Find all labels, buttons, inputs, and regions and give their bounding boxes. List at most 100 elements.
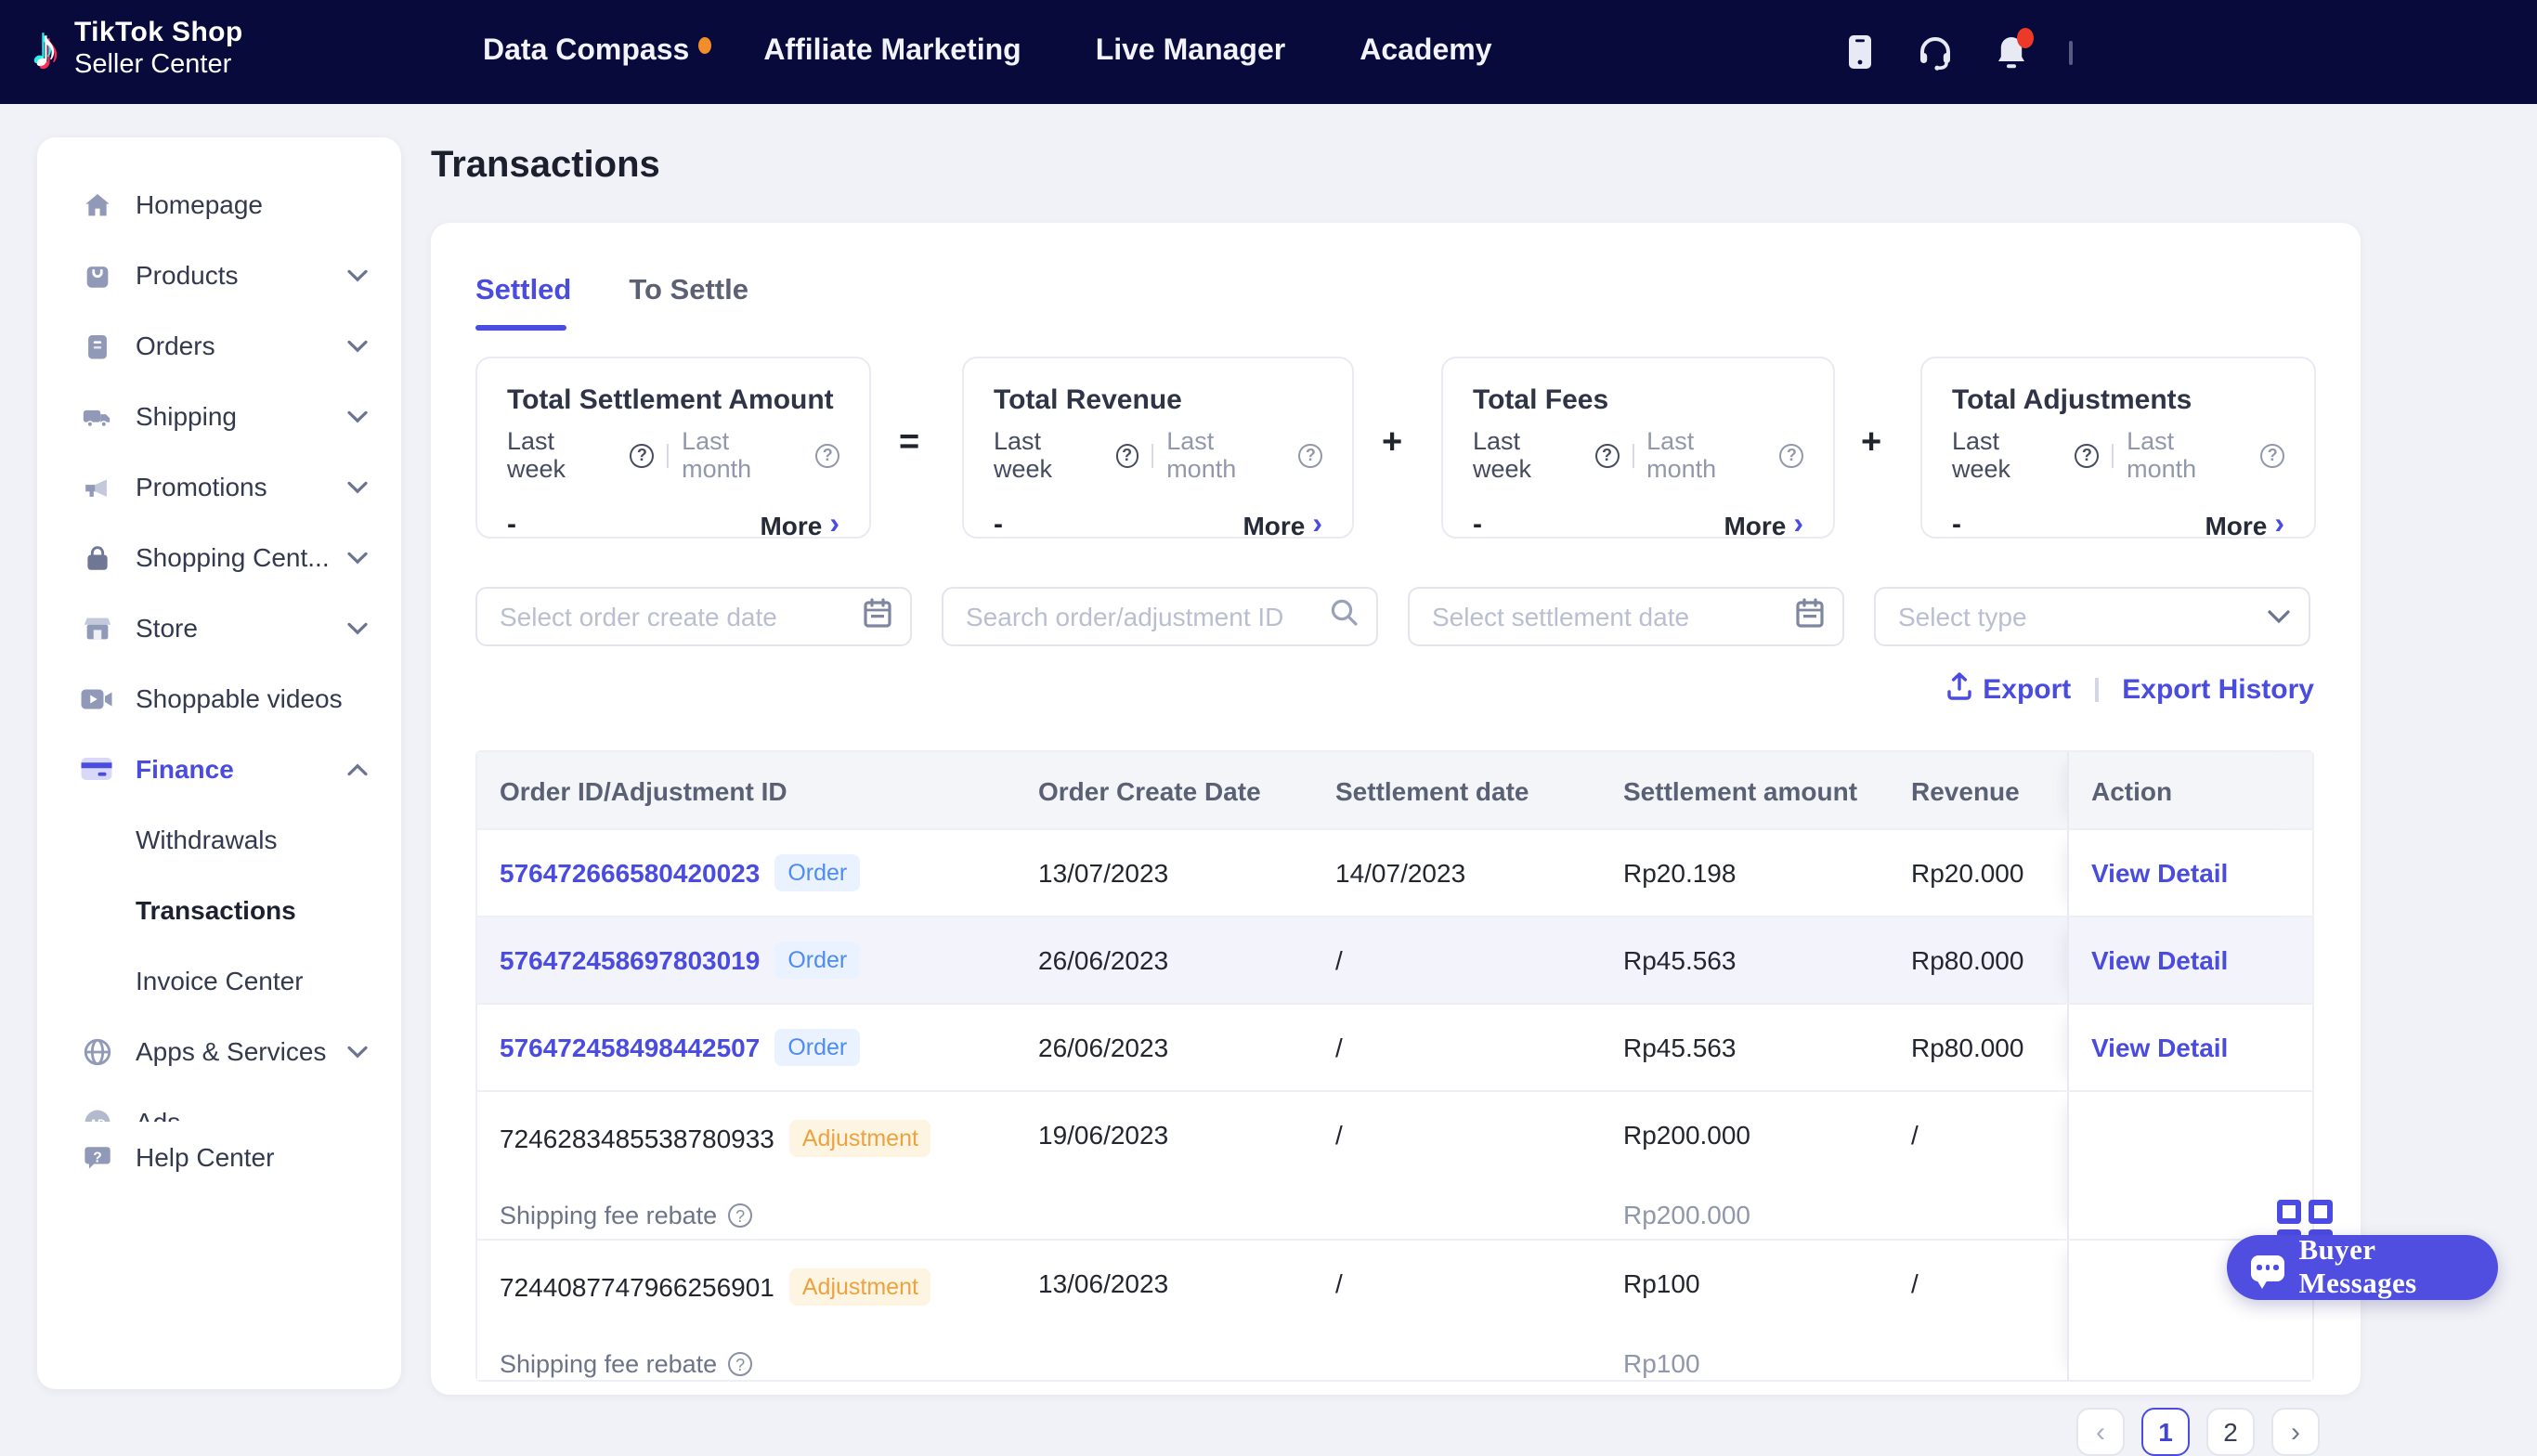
period-divider (1151, 443, 1153, 467)
more-label: More (760, 510, 822, 540)
period-last-week[interactable]: Last week (1952, 427, 2062, 483)
sidebar-item-orders[interactable]: Orders (37, 310, 401, 381)
brand-line2: Seller Center (74, 51, 243, 81)
revenue: / (1889, 1241, 2067, 1380)
transactions-table: Order ID/Adjustment ID Order Create Date… (475, 750, 2314, 1382)
nav-affiliate-marketing[interactable]: Affiliate Marketing (763, 35, 1021, 69)
order-id-search-filter[interactable] (942, 587, 1378, 646)
export-history-button[interactable]: Export History (2122, 674, 2314, 706)
nav-live-manager[interactable]: Live Manager (1096, 35, 1286, 69)
order-id-link[interactable]: 576472666580420023 (500, 858, 760, 888)
tab-to-settle[interactable]: To Settle (629, 275, 748, 331)
revenue: Rp80.000 (1889, 1005, 2067, 1090)
nav-data-compass[interactable]: Data Compass (483, 35, 689, 69)
type-select[interactable] (1874, 587, 2310, 646)
support-headset-icon[interactable] (1917, 33, 1954, 71)
help-icon[interactable]: ? (728, 1203, 752, 1228)
period-last-week[interactable]: Last week (507, 427, 618, 483)
summary-cards-row: Total Settlement Amount Last week ? Last… (431, 357, 2361, 539)
promotions-megaphone-icon (80, 470, 113, 503)
pagination-page-2[interactable]: 2 (2206, 1408, 2255, 1456)
table-row: 576472666580420023 Order 13/07/2023 14/0… (477, 828, 2312, 916)
more-link[interactable]: More› (760, 510, 839, 540)
brand-text: TikTok Shop Seller Center (74, 20, 243, 81)
sidebar-subitem-invoice-center[interactable]: Invoice Center (37, 945, 401, 1016)
sidebar-item-label: Shoppable videos (136, 683, 343, 713)
sidebar-item-label: Invoice Center (136, 966, 304, 995)
chevron-down-icon (347, 339, 368, 352)
shopping-center-bag-icon (80, 540, 113, 574)
help-icon[interactable]: ? (631, 443, 654, 467)
notification-bell-icon[interactable] (1993, 33, 2030, 71)
more-link[interactable]: More› (2205, 510, 2284, 540)
plus-operator: + (1382, 423, 1402, 464)
help-icon[interactable]: ? (1780, 443, 1803, 467)
sidebar-item-shipping[interactable]: Shipping (37, 381, 401, 451)
more-link[interactable]: More› (1242, 510, 1322, 540)
period-divider (1632, 443, 1633, 467)
view-detail-link[interactable]: View Detail (2091, 858, 2228, 888)
sidebar-item-help-center[interactable]: ? Help Center (37, 1122, 401, 1192)
type-select-input[interactable] (1898, 602, 2268, 631)
order-create-date-input[interactable] (500, 602, 864, 631)
tiktok-shop-seller-center-logo[interactable]: ♪ TikTok Shop Seller Center (32, 15, 243, 85)
period-last-week[interactable]: Last week (994, 427, 1102, 483)
view-detail-link[interactable]: View Detail (2091, 1033, 2228, 1062)
sidebar-subitem-withdrawals[interactable]: Withdrawals (37, 804, 401, 875)
settlement-amount: Rp100 (1623, 1268, 1700, 1298)
sidebar-item-promotions[interactable]: Promotions (37, 451, 401, 522)
column-header-action: Action (2067, 752, 2312, 828)
settlement-date-input[interactable] (1432, 602, 1796, 631)
help-icon[interactable]: ? (1299, 443, 1322, 467)
chevron-down-icon (2268, 600, 2290, 633)
order-id-search-input[interactable] (966, 602, 1330, 631)
sidebar-subitem-transactions[interactable]: Transactions (37, 875, 401, 945)
sidebar-item-label: Help Center (136, 1142, 274, 1172)
order-id-link[interactable]: 576472458498442507 (500, 1033, 760, 1062)
period-last-week[interactable]: Last week (1473, 427, 1582, 483)
card-title: Total Revenue (994, 384, 1322, 416)
tab-settled[interactable]: Settled (475, 275, 571, 331)
buyer-messages-button[interactable]: Buyer Messages (2227, 1235, 2498, 1300)
help-icon[interactable]: ? (2075, 443, 2099, 467)
sidebar-item-homepage[interactable]: Homepage (37, 169, 401, 240)
topnav-links: Data Compass Affiliate Marketing Live Ma… (483, 0, 1492, 104)
order-create-date: 13/06/2023 (1016, 1241, 1313, 1380)
nav-academy[interactable]: Academy (1360, 35, 1491, 69)
sidebar-item-apps-services[interactable]: Apps & Services (37, 1016, 401, 1086)
pagination-next-button[interactable]: › (2271, 1408, 2320, 1456)
settlement-date-filter[interactable] (1408, 587, 1844, 646)
sidebar-item-products[interactable]: Products (37, 240, 401, 310)
sidebar-item-store[interactable]: Store (37, 592, 401, 663)
order-id-link[interactable]: 576472458697803019 (500, 945, 760, 975)
order-type-tag: Order (774, 942, 860, 979)
chevron-down-icon (347, 621, 368, 634)
help-icon[interactable]: ? (1595, 443, 1619, 467)
period-last-month[interactable]: Last month (2127, 427, 2247, 483)
help-bubble-icon: ? (80, 1140, 113, 1174)
nav-label: Affiliate Marketing (763, 35, 1021, 67)
top-navigation-bar: ♪ TikTok Shop Seller Center Data Compass… (0, 0, 2537, 104)
period-last-month[interactable]: Last month (1166, 427, 1286, 483)
help-icon[interactable]: ? (2261, 443, 2284, 467)
more-link[interactable]: More› (1724, 510, 1803, 540)
view-detail-link[interactable]: View Detail (2091, 945, 2228, 975)
period-last-month[interactable]: Last month (682, 427, 802, 483)
help-icon[interactable]: ? (816, 443, 839, 467)
help-icon[interactable]: ? (1115, 443, 1138, 467)
sidebar-item-shoppable-videos[interactable]: Shoppable videos (37, 663, 401, 734)
export-button[interactable]: Export (1945, 672, 2071, 708)
mobile-app-icon[interactable] (1841, 33, 1878, 71)
pagination-prev-button[interactable]: ‹ (2076, 1408, 2125, 1456)
adjustment-type-tag: Adjustment (789, 1268, 931, 1306)
equals-operator: = (899, 423, 919, 464)
table-row: 576472458697803019 Order 26/06/2023 / Rp… (477, 916, 2312, 1003)
sidebar-item-shopping-center[interactable]: Shopping Cent... (37, 522, 401, 592)
pagination-page-1[interactable]: 1 (2141, 1408, 2190, 1456)
period-last-month[interactable]: Last month (1646, 427, 1767, 483)
help-icon[interactable]: ? (728, 1352, 752, 1376)
sidebar-item-label: Finance (136, 754, 234, 784)
sidebar-item-finance[interactable]: Finance (37, 734, 401, 804)
order-create-date-filter[interactable] (475, 587, 912, 646)
sidebar-item-label: Orders (136, 331, 215, 360)
